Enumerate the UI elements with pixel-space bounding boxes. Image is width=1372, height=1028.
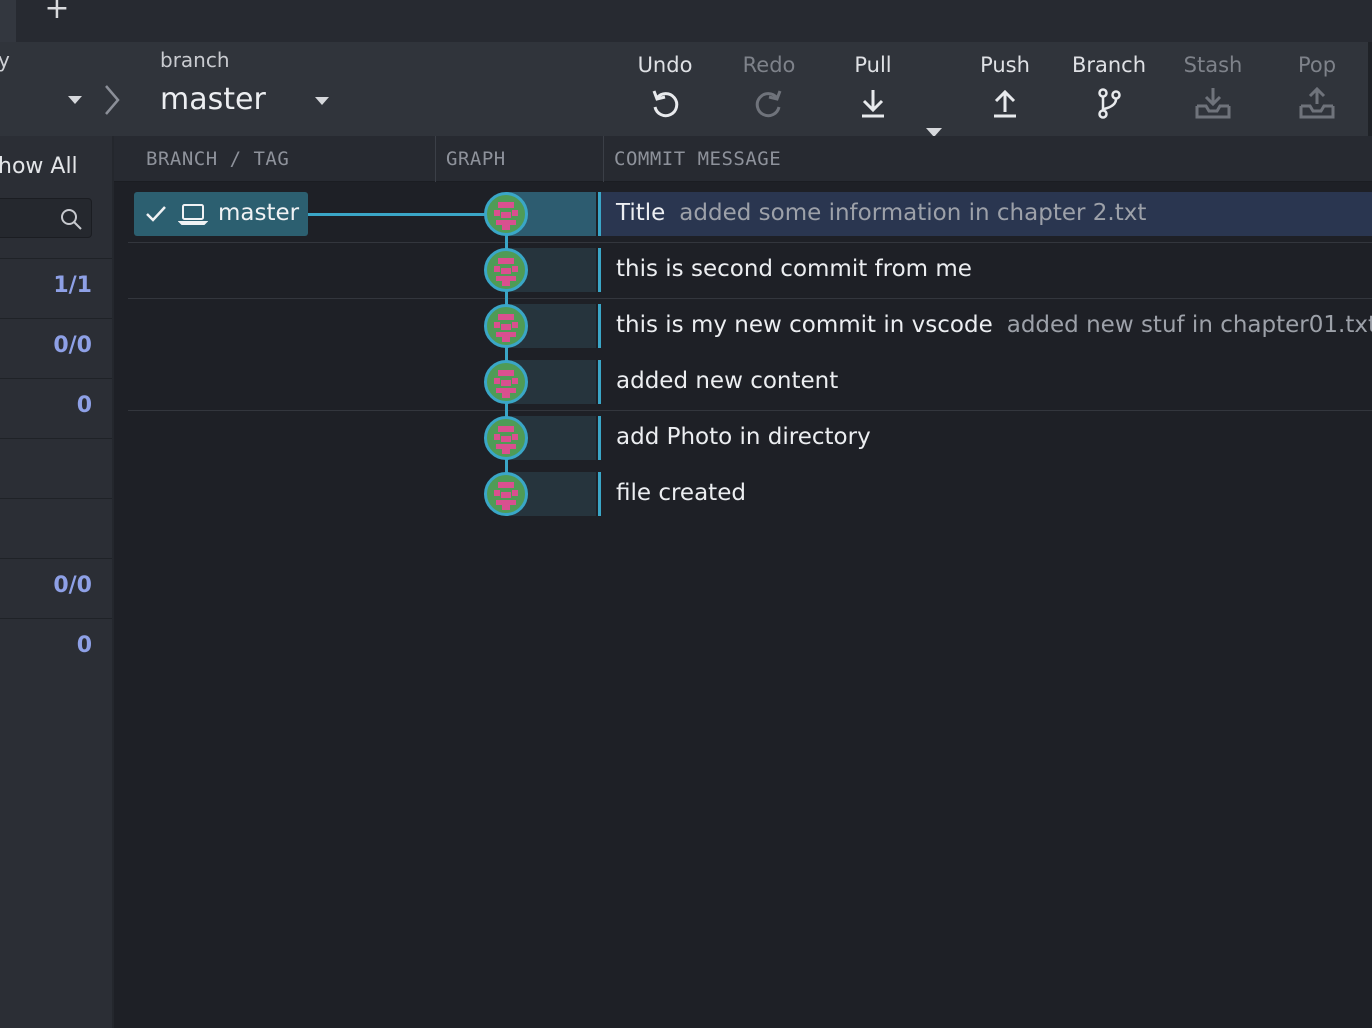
commit-author-avatar[interactable]: [484, 472, 528, 516]
row-marker: [598, 304, 601, 348]
show-all-toggle[interactable]: how All: [0, 154, 78, 179]
tab-stub[interactable]: [0, 0, 16, 42]
commit-row[interactable]: this is second commit from me: [598, 248, 1372, 292]
row-marker: [598, 472, 601, 516]
sidebar-search-input[interactable]: [0, 198, 92, 238]
left-sidebar: how All 1/1 0/0 0 0/0 0: [0, 136, 114, 1028]
pop-label: Pop: [1297, 53, 1337, 77]
tab-bar: +: [0, 0, 1372, 42]
row-divider: [128, 298, 1372, 299]
current-branch-selector[interactable]: master: [160, 82, 266, 117]
sidebar-divider: [112, 136, 114, 1028]
branch-label: branch: [160, 48, 230, 72]
sidebar-item-count: 0/0: [53, 333, 92, 358]
sidebar-item[interactable]: [0, 438, 112, 498]
column-header-graph[interactable]: GRAPH: [446, 148, 506, 170]
pull-icon: [862, 90, 884, 118]
commit-row[interactable]: this is my new commit in vscode added new…: [598, 304, 1372, 348]
column-resize-handle[interactable]: [435, 136, 436, 182]
row-marker: [598, 248, 601, 292]
push-button[interactable]: Push: [960, 50, 1050, 128]
branch-button-label: Branch: [1071, 53, 1147, 77]
sidebar-item[interactable]: 0/0: [0, 558, 112, 618]
search-icon: [61, 209, 82, 230]
push-label: Push: [980, 53, 1030, 77]
sidebar-item[interactable]: 1/1: [0, 258, 112, 318]
sidebar-item[interactable]: 0: [0, 378, 112, 438]
commit-message: file created: [616, 480, 746, 506]
row-marker: [598, 192, 601, 236]
column-header-commit-message[interactable]: COMMIT MESSAGE: [614, 148, 781, 170]
commit-row[interactable]: Title added some information in chapter 2…: [598, 192, 1372, 236]
commit-message: added new content: [616, 368, 838, 394]
commit-summary: this is second commit from me: [616, 256, 972, 282]
commit-summary: Title: [616, 200, 666, 226]
stash-label: Stash: [1183, 53, 1243, 77]
commit-description: added some information in chapter 2.txt: [679, 200, 1147, 226]
commit-author-avatar[interactable]: [484, 192, 528, 236]
undo-icon: [652, 90, 679, 118]
branch-label-text: master: [218, 200, 300, 226]
pop-button[interactable]: Pop: [1272, 50, 1362, 128]
commit-author-avatar[interactable]: [484, 248, 528, 292]
branch-label-master[interactable]: master: [134, 192, 308, 236]
commit-author-avatar[interactable]: [484, 360, 528, 404]
commit-message: this is my new commit in vscode added new…: [616, 312, 1372, 338]
redo-label: Redo: [742, 53, 796, 77]
undo-button[interactable]: Undo: [620, 50, 710, 128]
commit-author-avatar[interactable]: [484, 304, 528, 348]
undo-label: Undo: [637, 53, 693, 77]
toolbar: y branch master Undo Redo Pull Push Bran…: [0, 42, 1372, 137]
commit-summary: this is my new commit in vscode: [616, 312, 993, 338]
redo-icon: [755, 90, 782, 118]
repository-dropdown-icon[interactable]: [68, 96, 82, 104]
stash-icon: [1195, 88, 1231, 119]
column-header-branch-tag[interactable]: BRANCH / TAG: [146, 148, 289, 170]
commit-summary: file created: [616, 480, 746, 506]
laptop-icon: [178, 204, 208, 225]
sidebar-item[interactable]: [0, 498, 112, 558]
branch-icon: [1098, 88, 1121, 119]
commit-row[interactable]: file created: [598, 472, 1372, 516]
commit-author-avatar[interactable]: [484, 416, 528, 460]
stash-button[interactable]: Stash: [1168, 50, 1258, 128]
chevron-right-icon: [105, 85, 120, 115]
toolbar-edge: [1368, 42, 1372, 136]
sidebar-item-count: 0: [76, 633, 92, 658]
pull-button[interactable]: Pull: [828, 50, 918, 128]
branch-dropdown-icon[interactable]: [315, 97, 329, 105]
commit-message: add Photo in directory: [616, 424, 871, 450]
row-divider: [128, 410, 1372, 411]
sidebar-item-count: 1/1: [53, 273, 92, 298]
branch-connector-line: [308, 213, 488, 216]
new-tab-button[interactable]: +: [40, 0, 74, 26]
push-icon: [994, 89, 1016, 118]
branch-button[interactable]: Branch: [1064, 50, 1154, 128]
commit-description: added new stuf in chapter01.txt: [1006, 312, 1372, 338]
commit-summary: added new content: [616, 368, 839, 394]
check-icon: [146, 206, 166, 222]
column-resize-handle[interactable]: [603, 136, 604, 182]
sidebar-item[interactable]: 0: [0, 618, 112, 678]
commit-summary: add Photo in directory: [616, 424, 871, 450]
pop-icon: [1299, 86, 1335, 119]
commit-row[interactable]: added new content: [598, 360, 1372, 404]
commit-list-header: BRANCH / TAG GRAPH COMMIT MESSAGE: [114, 136, 1372, 182]
row-marker: [598, 360, 601, 404]
row-divider: [128, 242, 1372, 243]
sidebar-item-count: 0: [76, 393, 92, 418]
commit-message: Title added some information in chapter 2…: [616, 200, 1146, 226]
sidebar-item-count: 0/0: [53, 573, 92, 598]
repository-label: y: [0, 48, 10, 72]
commit-row[interactable]: add Photo in directory: [598, 416, 1372, 460]
pull-label: Pull: [854, 53, 892, 77]
row-marker: [598, 416, 601, 460]
sidebar-item[interactable]: 0/0: [0, 318, 112, 378]
redo-button[interactable]: Redo: [724, 50, 814, 128]
commit-message: this is second commit from me: [616, 256, 972, 282]
